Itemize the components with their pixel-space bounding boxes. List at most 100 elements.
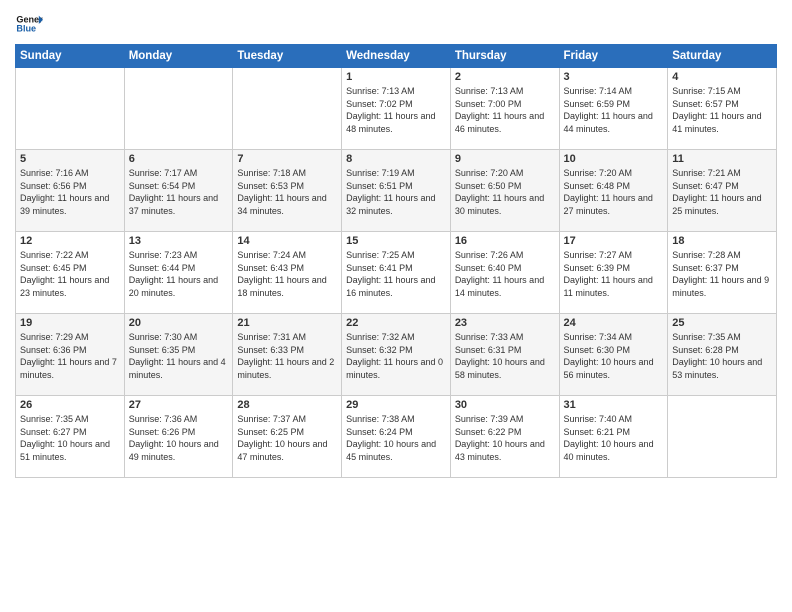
day-info: Sunrise: 7:35 AM Sunset: 6:27 PM Dayligh…	[20, 413, 120, 463]
day-number: 9	[455, 153, 555, 165]
day-info: Sunrise: 7:20 AM Sunset: 6:50 PM Dayligh…	[455, 167, 555, 217]
day-info: Sunrise: 7:24 AM Sunset: 6:43 PM Dayligh…	[237, 249, 337, 299]
day-number: 19	[20, 317, 120, 329]
day-number: 14	[237, 235, 337, 247]
weekday-header-friday: Friday	[559, 45, 668, 68]
day-number: 7	[237, 153, 337, 165]
day-number: 8	[346, 153, 446, 165]
day-info: Sunrise: 7:26 AM Sunset: 6:40 PM Dayligh…	[455, 249, 555, 299]
day-number: 27	[129, 399, 229, 411]
day-info: Sunrise: 7:23 AM Sunset: 6:44 PM Dayligh…	[129, 249, 229, 299]
page: General Blue SundayMondayTuesdayWednesda…	[0, 0, 792, 612]
calendar-cell	[668, 396, 777, 478]
day-number: 1	[346, 71, 446, 83]
day-info: Sunrise: 7:28 AM Sunset: 6:37 PM Dayligh…	[672, 249, 772, 299]
day-info: Sunrise: 7:38 AM Sunset: 6:24 PM Dayligh…	[346, 413, 446, 463]
week-row-2: 12Sunrise: 7:22 AM Sunset: 6:45 PM Dayli…	[16, 232, 777, 314]
day-info: Sunrise: 7:40 AM Sunset: 6:21 PM Dayligh…	[564, 413, 664, 463]
header: General Blue	[15, 10, 777, 38]
day-number: 31	[564, 399, 664, 411]
weekday-header-row: SundayMondayTuesdayWednesdayThursdayFrid…	[16, 45, 777, 68]
calendar-cell	[233, 68, 342, 150]
week-row-0: 1 Sunrise: 7:13 AM Sunset: 7:02 PM Daylig…	[16, 68, 777, 150]
calendar-cell: 1 Sunrise: 7:13 AM Sunset: 7:02 PM Daylig…	[342, 68, 451, 150]
day-info: Sunrise: 7:18 AM Sunset: 6:53 PM Dayligh…	[237, 167, 337, 217]
day-number: 12	[20, 235, 120, 247]
day-info: Sunrise: 7:31 AM Sunset: 6:33 PM Dayligh…	[237, 331, 337, 381]
day-number: 21	[237, 317, 337, 329]
day-number: 11	[672, 153, 772, 165]
day-number: 10	[564, 153, 664, 165]
day-info: Sunrise: 7:14 AM Sunset: 6:59 PM Dayligh…	[564, 85, 664, 135]
day-number: 26	[20, 399, 120, 411]
calendar-cell: 31 Sunrise: 7:40 AM Sunset: 6:21 PM Dayli…	[559, 396, 668, 478]
calendar-cell: 6 Sunrise: 7:17 AM Sunset: 6:54 PM Daylig…	[124, 150, 233, 232]
calendar-cell: 2 Sunrise: 7:13 AM Sunset: 7:00 PM Daylig…	[450, 68, 559, 150]
calendar-cell: 16 Sunrise: 7:26 AM Sunset: 6:40 PM Dayli…	[450, 232, 559, 314]
calendar-cell: 30 Sunrise: 7:39 AM Sunset: 6:22 PM Dayli…	[450, 396, 559, 478]
day-info: Sunrise: 7:13 AM Sunset: 7:00 PM Dayligh…	[455, 85, 555, 135]
day-info: Sunrise: 7:20 AM Sunset: 6:48 PM Dayligh…	[564, 167, 664, 217]
calendar-cell: 15 Sunrise: 7:25 AM Sunset: 6:41 PM Dayli…	[342, 232, 451, 314]
calendar-cell: 29 Sunrise: 7:38 AM Sunset: 6:24 PM Dayli…	[342, 396, 451, 478]
svg-text:Blue: Blue	[16, 24, 36, 34]
day-number: 20	[129, 317, 229, 329]
calendar-cell: 28 Sunrise: 7:37 AM Sunset: 6:25 PM Dayli…	[233, 396, 342, 478]
calendar-cell: 27 Sunrise: 7:36 AM Sunset: 6:26 PM Dayli…	[124, 396, 233, 478]
day-number: 6	[129, 153, 229, 165]
day-info: Sunrise: 7:13 AM Sunset: 7:02 PM Dayligh…	[346, 85, 446, 135]
weekday-header-monday: Monday	[124, 45, 233, 68]
calendar-cell: 14 Sunrise: 7:24 AM Sunset: 6:43 PM Dayli…	[233, 232, 342, 314]
day-number: 5	[20, 153, 120, 165]
day-info: Sunrise: 7:37 AM Sunset: 6:25 PM Dayligh…	[237, 413, 337, 463]
weekday-header-tuesday: Tuesday	[233, 45, 342, 68]
day-number: 16	[455, 235, 555, 247]
day-number: 17	[564, 235, 664, 247]
day-number: 13	[129, 235, 229, 247]
day-number: 22	[346, 317, 446, 329]
day-info: Sunrise: 7:32 AM Sunset: 6:32 PM Dayligh…	[346, 331, 446, 381]
calendar-cell: 22 Sunrise: 7:32 AM Sunset: 6:32 PM Dayli…	[342, 314, 451, 396]
calendar-cell	[124, 68, 233, 150]
day-number: 29	[346, 399, 446, 411]
weekday-header-wednesday: Wednesday	[342, 45, 451, 68]
week-row-3: 19 Sunrise: 7:29 AM Sunset: 6:36 PM Dayli…	[16, 314, 777, 396]
day-number: 25	[672, 317, 772, 329]
day-info: Sunrise: 7:27 AM Sunset: 6:39 PM Dayligh…	[564, 249, 664, 299]
day-number: 28	[237, 399, 337, 411]
day-number: 15	[346, 235, 446, 247]
week-row-1: 5 Sunrise: 7:16 AM Sunset: 6:56 PM Daylig…	[16, 150, 777, 232]
day-info: Sunrise: 7:15 AM Sunset: 6:57 PM Dayligh…	[672, 85, 772, 135]
day-number: 2	[455, 71, 555, 83]
day-number: 24	[564, 317, 664, 329]
calendar-cell: 9 Sunrise: 7:20 AM Sunset: 6:50 PM Daylig…	[450, 150, 559, 232]
calendar-cell: 21 Sunrise: 7:31 AM Sunset: 6:33 PM Dayli…	[233, 314, 342, 396]
calendar-cell: 11Sunrise: 7:21 AM Sunset: 6:47 PM Dayli…	[668, 150, 777, 232]
calendar-cell: 24 Sunrise: 7:34 AM Sunset: 6:30 PM Dayli…	[559, 314, 668, 396]
week-row-4: 26 Sunrise: 7:35 AM Sunset: 6:27 PM Dayli…	[16, 396, 777, 478]
day-info: Sunrise: 7:34 AM Sunset: 6:30 PM Dayligh…	[564, 331, 664, 381]
weekday-header-saturday: Saturday	[668, 45, 777, 68]
calendar-cell: 26 Sunrise: 7:35 AM Sunset: 6:27 PM Dayli…	[16, 396, 125, 478]
day-info: Sunrise: 7:33 AM Sunset: 6:31 PM Dayligh…	[455, 331, 555, 381]
calendar-cell: 3 Sunrise: 7:14 AM Sunset: 6:59 PM Daylig…	[559, 68, 668, 150]
calendar-cell: 23Sunrise: 7:33 AM Sunset: 6:31 PM Dayli…	[450, 314, 559, 396]
calendar-cell: 4Sunrise: 7:15 AM Sunset: 6:57 PM Daylig…	[668, 68, 777, 150]
calendar-cell: 8 Sunrise: 7:19 AM Sunset: 6:51 PM Daylig…	[342, 150, 451, 232]
calendar-cell: 25Sunrise: 7:35 AM Sunset: 6:28 PM Dayli…	[668, 314, 777, 396]
day-info: Sunrise: 7:19 AM Sunset: 6:51 PM Dayligh…	[346, 167, 446, 217]
day-info: Sunrise: 7:16 AM Sunset: 6:56 PM Dayligh…	[20, 167, 120, 217]
calendar-table: SundayMondayTuesdayWednesdayThursdayFrid…	[15, 44, 777, 478]
calendar-cell: 10 Sunrise: 7:20 AM Sunset: 6:48 PM Dayli…	[559, 150, 668, 232]
day-info: Sunrise: 7:39 AM Sunset: 6:22 PM Dayligh…	[455, 413, 555, 463]
calendar-cell: 12Sunrise: 7:22 AM Sunset: 6:45 PM Dayli…	[16, 232, 125, 314]
logo: General Blue	[15, 10, 43, 38]
day-info: Sunrise: 7:36 AM Sunset: 6:26 PM Dayligh…	[129, 413, 229, 463]
day-info: Sunrise: 7:17 AM Sunset: 6:54 PM Dayligh…	[129, 167, 229, 217]
calendar-cell: 7 Sunrise: 7:18 AM Sunset: 6:53 PM Daylig…	[233, 150, 342, 232]
calendar-cell: 13 Sunrise: 7:23 AM Sunset: 6:44 PM Dayli…	[124, 232, 233, 314]
day-info: Sunrise: 7:29 AM Sunset: 6:36 PM Dayligh…	[20, 331, 120, 381]
day-number: 3	[564, 71, 664, 83]
day-number: 30	[455, 399, 555, 411]
day-info: Sunrise: 7:25 AM Sunset: 6:41 PM Dayligh…	[346, 249, 446, 299]
